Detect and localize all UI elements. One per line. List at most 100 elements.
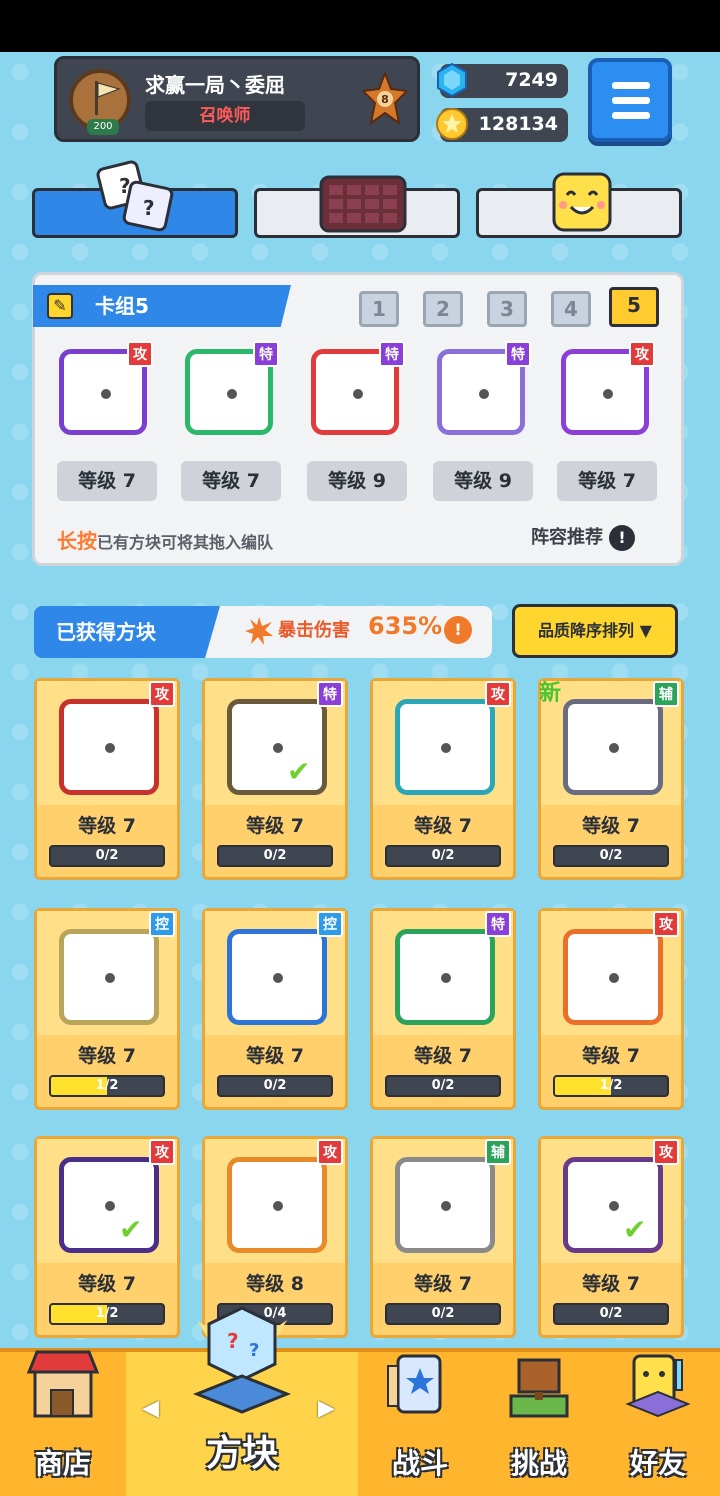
card-level: 等级 8 xyxy=(246,1273,304,1295)
sort-dropdown[interactable]: 品质降序排列 ▼ xyxy=(512,604,678,658)
card-type-badge: 特 xyxy=(253,341,279,367)
nav-shop-label: 商店 xyxy=(34,1447,91,1480)
bottom-nav: 商店 ? ? 方块 战斗 挑战 好友 xyxy=(0,1306,720,1496)
card-level: 等级 7 xyxy=(414,1273,472,1295)
nav-blocks-label: 方块 xyxy=(205,1433,278,1474)
deck-card-level: 等级 7 xyxy=(181,461,281,501)
emote-tab[interactable] xyxy=(476,172,682,238)
pip xyxy=(102,970,118,986)
block-card[interactable]: 攻 ✔ 等级 7 0/2 xyxy=(538,1136,684,1338)
nav-friends[interactable]: 好友 xyxy=(596,1352,720,1496)
upgrade-progress-bar: 0/2 xyxy=(385,1303,501,1325)
block-card[interactable]: 控等级 7 1/2 xyxy=(34,908,180,1110)
card-level: 等级 7 xyxy=(246,815,304,837)
nav-battle[interactable]: 战斗 xyxy=(358,1352,482,1496)
card-frame xyxy=(395,929,495,1025)
card-type-badge: 控 xyxy=(317,911,343,937)
nav-prev-arrow[interactable]: ◀ xyxy=(142,1396,159,1421)
coin-icon xyxy=(436,108,468,140)
card-level: 等级 7 xyxy=(582,1273,640,1295)
obtained-bar: 已获得方块 暴击伤害 635% ! xyxy=(34,606,492,658)
dice-tab[interactable]: ? ? xyxy=(32,160,238,238)
card-frame xyxy=(563,1157,663,1253)
smile-block-icon xyxy=(552,172,612,232)
crit-info-icon[interactable]: ! xyxy=(444,616,472,644)
card-type-badge: 辅 xyxy=(653,681,679,707)
block-card[interactable]: 攻等级 7 0/2 xyxy=(34,678,180,880)
deck-card[interactable]: 特 xyxy=(305,335,407,441)
upgrade-progress-bar: 1/2 xyxy=(49,1075,165,1097)
card-frame xyxy=(227,1157,327,1253)
gems-counter[interactable]: 7249 xyxy=(437,62,568,98)
upgrade-progress-bar: 0/2 xyxy=(385,845,501,867)
nav-blocks[interactable]: ? ? 方块 xyxy=(126,1306,358,1496)
pip xyxy=(270,740,286,756)
block-card[interactable]: 控等级 7 0/2 xyxy=(202,908,348,1110)
recommend-button[interactable]: 阵容推荐! xyxy=(531,523,635,551)
deck-card-level: 等级 7 xyxy=(557,461,657,501)
menu-button[interactable] xyxy=(588,58,672,142)
card-type-badge: 辅 xyxy=(485,1139,511,1165)
hint-highlight: 长按 xyxy=(57,529,97,553)
crit-label: 暴击伤害 xyxy=(278,620,350,641)
nav-challenge[interactable]: 挑战 xyxy=(482,1352,596,1496)
card-level: 等级 7 xyxy=(78,1273,136,1295)
block-card[interactable]: 攻等级 7 0/2 xyxy=(370,678,516,880)
card-level: 等级 7 xyxy=(78,1045,136,1067)
dice-icon: ? ? xyxy=(96,160,174,232)
block-card[interactable]: 攻等级 7 1/2 xyxy=(538,908,684,1110)
pip xyxy=(270,1198,286,1214)
deck-number-2[interactable]: 2 xyxy=(423,291,463,327)
pip xyxy=(600,386,616,402)
deck-header[interactable]: ✎ 卡组5 xyxy=(33,285,291,327)
pip xyxy=(350,386,366,402)
upgrade-progress-bar: 0/2 xyxy=(553,845,669,867)
board-tab[interactable] xyxy=(254,175,460,238)
block-card[interactable]: 特 ✔ 等级 7 0/2 xyxy=(202,678,348,880)
nav-next-arrow[interactable]: ▶ xyxy=(318,1396,335,1421)
deck-title: 卡组5 xyxy=(95,294,149,318)
block-card[interactable]: 辅 新等级 7 0/2 xyxy=(538,678,684,880)
block-card[interactable]: 辅等级 7 0/2 xyxy=(370,1136,516,1338)
pencil-icon[interactable]: ✎ xyxy=(47,293,73,319)
deck-number-3[interactable]: 3 xyxy=(487,291,527,327)
deck-card[interactable]: 攻 xyxy=(53,335,155,441)
card-type-badge: 攻 xyxy=(485,681,511,707)
nav-challenge-label: 挑战 xyxy=(510,1447,567,1480)
card-frame xyxy=(227,929,327,1025)
deck-card[interactable]: 攻 xyxy=(555,335,657,441)
pip xyxy=(606,1198,622,1214)
gem-icon xyxy=(437,62,467,98)
sort-label: 品质降序排列 xyxy=(538,621,635,640)
card-type-badge: 特 xyxy=(317,681,343,707)
card-frame xyxy=(59,929,159,1025)
block-card[interactable]: 攻 ✔ 等级 7 1/2 xyxy=(34,1136,180,1338)
card-type-badge: 攻 xyxy=(149,681,175,707)
coins-counter[interactable]: 128134 xyxy=(436,108,568,142)
upgrade-progress-bar: 0/2 xyxy=(217,845,333,867)
card-type-badge: 攻 xyxy=(149,1139,175,1165)
deck-card[interactable]: 特 xyxy=(431,335,533,441)
deck-number-1[interactable]: 1 xyxy=(359,291,399,327)
crit-value: 635% xyxy=(368,612,443,640)
card-frame xyxy=(395,1157,495,1253)
grid-board-icon xyxy=(319,175,407,233)
block-card[interactable]: 特等级 7 0/2 xyxy=(370,908,516,1110)
profile-panel[interactable]: 200 求赢一局丶委屈 召唤师 8 xyxy=(54,56,420,142)
card-type-badge: 特 xyxy=(485,911,511,937)
progress-text: 0/2 xyxy=(431,1306,455,1321)
rank-badge-icon: 8 xyxy=(363,71,407,126)
nav-battle-label: 战斗 xyxy=(391,1447,448,1480)
upgrade-progress-bar: 0/2 xyxy=(217,1075,333,1097)
coins-value: 128134 xyxy=(478,113,558,135)
new-badge: 新 xyxy=(539,681,562,706)
drag-hint: 长按已有方块可将其拖入编队 xyxy=(57,525,273,554)
pip xyxy=(270,970,286,986)
pip xyxy=(224,386,240,402)
deck-number-5[interactable]: 5 xyxy=(609,287,659,327)
svg-text:?: ? xyxy=(143,196,155,220)
info-icon: ! xyxy=(609,525,635,551)
deck-number-4[interactable]: 4 xyxy=(551,291,591,327)
nav-shop[interactable]: 商店 xyxy=(0,1350,126,1496)
deck-card[interactable]: 特 xyxy=(179,335,281,441)
